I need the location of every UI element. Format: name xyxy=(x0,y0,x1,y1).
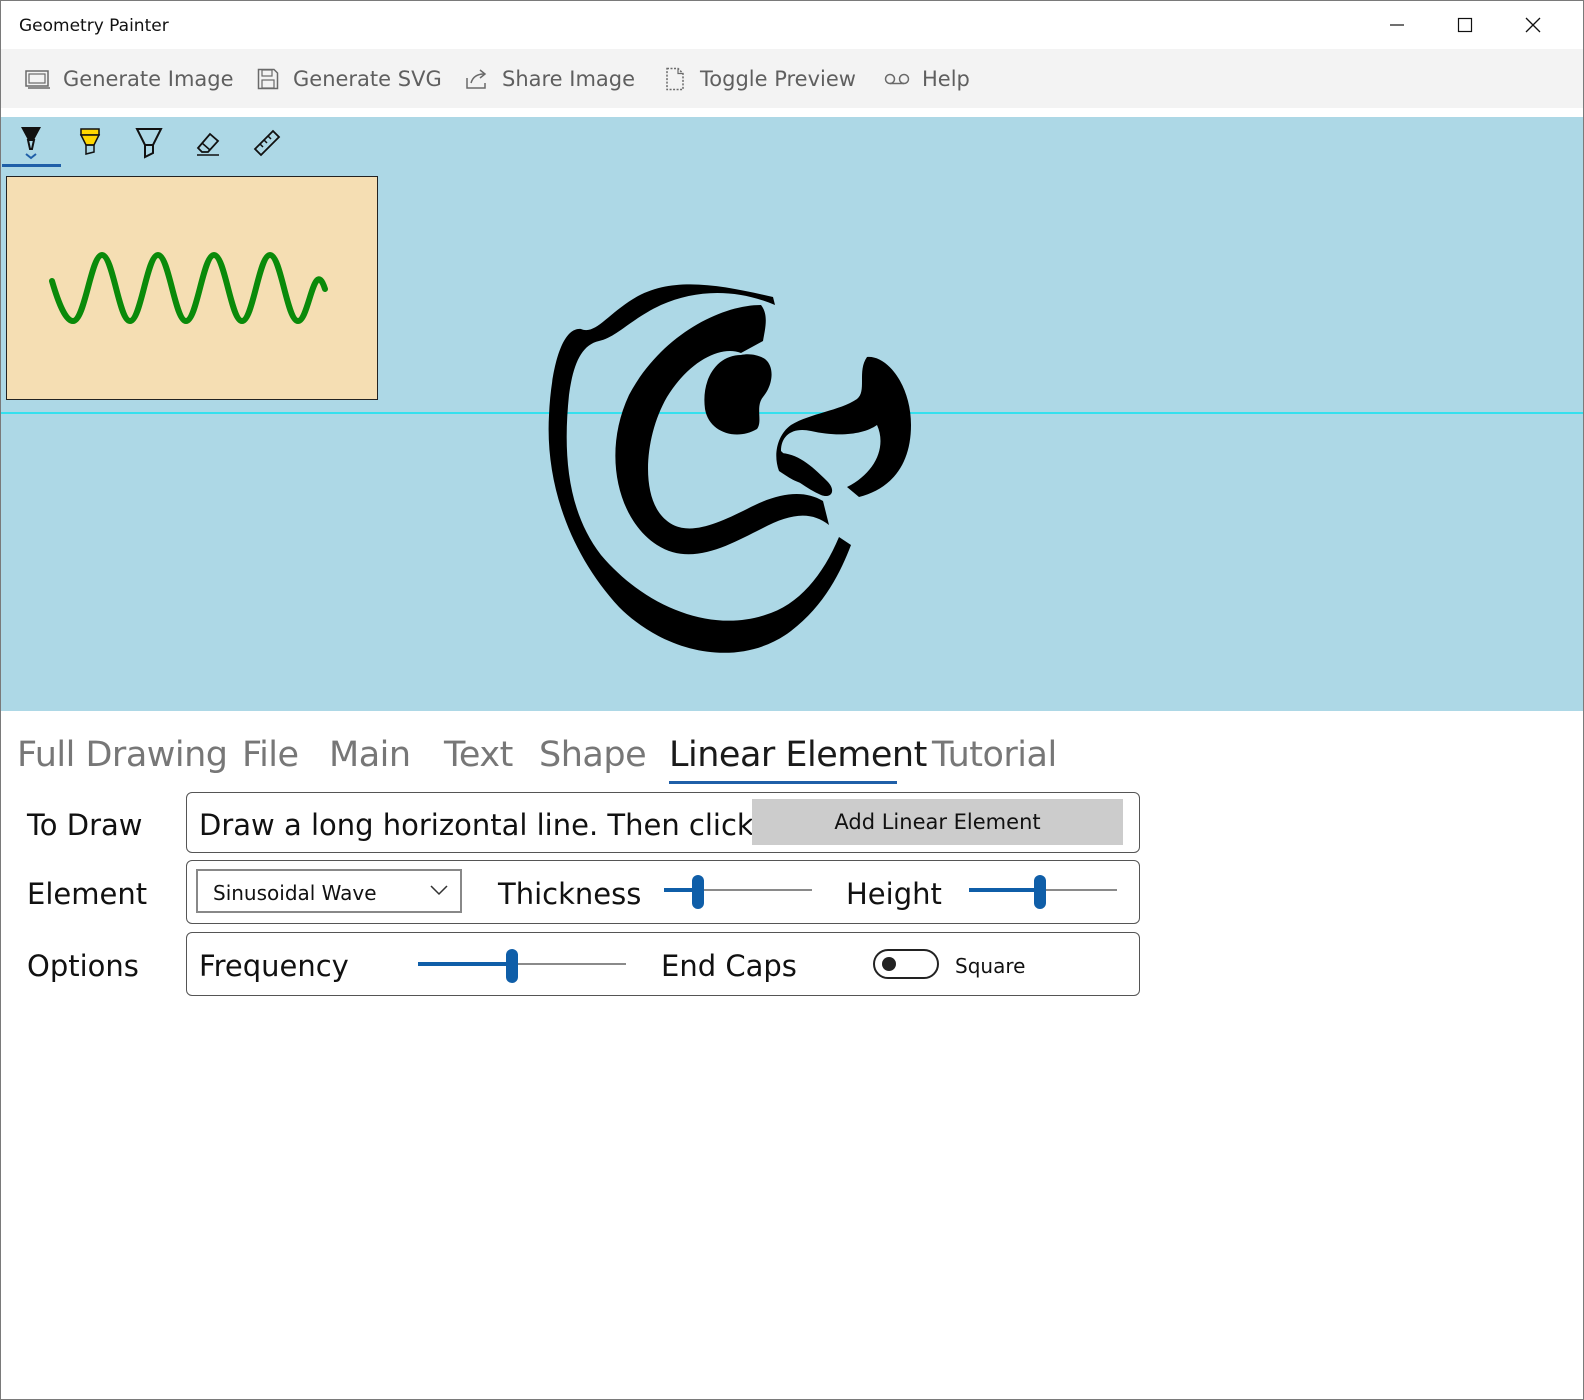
height-slider[interactable] xyxy=(969,875,1117,909)
maximize-icon xyxy=(1457,17,1473,33)
generate-image-label: Generate Image xyxy=(63,66,234,91)
toggle-knob xyxy=(882,957,896,971)
help-label: Help xyxy=(922,66,970,91)
tab-full-drawing[interactable]: Full Drawing xyxy=(17,735,228,775)
drawing-canvas[interactable] xyxy=(1,117,1583,711)
generate-image-button[interactable]: Generate Image xyxy=(25,49,234,108)
end-caps-value: Square xyxy=(955,954,1026,978)
share-image-button[interactable]: Share Image xyxy=(464,49,635,108)
share-image-label: Share Image xyxy=(502,66,636,91)
maximize-button[interactable] xyxy=(1431,1,1499,49)
frequency-label: Frequency xyxy=(199,949,349,983)
eraser-tool[interactable] xyxy=(188,123,228,163)
toggle-preview-button[interactable]: Toggle Preview xyxy=(662,49,856,108)
selected-tool-indicator xyxy=(2,164,61,167)
app-title: Geometry Painter xyxy=(19,16,169,36)
chevron-down-icon xyxy=(430,885,448,896)
save-icon xyxy=(255,66,281,92)
close-icon xyxy=(1525,17,1541,33)
generate-svg-label: Generate SVG xyxy=(293,66,442,91)
tab-file[interactable]: File xyxy=(242,735,299,775)
pencil-tool[interactable] xyxy=(129,123,169,163)
tab-linear-element[interactable]: Linear Element xyxy=(669,735,927,775)
app-window: Geometry Painter Generate Image Generate… xyxy=(0,0,1584,1400)
close-button[interactable] xyxy=(1499,1,1567,49)
element-type-dropdown[interactable]: Sinusoidal Wave xyxy=(196,869,462,913)
help-button[interactable]: Help xyxy=(884,49,970,108)
document-icon xyxy=(662,66,688,92)
height-slider-thumb[interactable] xyxy=(1034,875,1047,909)
share-icon xyxy=(464,66,490,92)
element-type-value: Sinusoidal Wave xyxy=(213,881,377,905)
to-draw-instruction: Draw a long horizontal line. Then click … xyxy=(199,808,773,842)
add-linear-element-button[interactable]: Add Linear Element xyxy=(752,799,1123,845)
element-panel: Sinusoidal Wave Thickness Height xyxy=(186,860,1140,924)
end-caps-label: End Caps xyxy=(661,949,797,983)
sinusoidal-wave-preview xyxy=(49,251,328,325)
toggle-preview-label: Toggle Preview xyxy=(700,66,856,91)
thickness-slider-thumb[interactable] xyxy=(692,875,705,909)
tab-shape[interactable]: Shape xyxy=(539,735,647,775)
element-label: Element xyxy=(27,877,148,911)
end-caps-toggle[interactable] xyxy=(873,949,939,979)
active-tab-indicator xyxy=(669,781,897,784)
to-draw-panel: Draw a long horizontal line. Then click … xyxy=(186,792,1140,853)
pencil-icon xyxy=(135,128,163,159)
highlighter-tool[interactable] xyxy=(70,123,110,163)
frequency-slider-thumb[interactable] xyxy=(505,949,518,983)
title-bar: Geometry Painter xyxy=(1,1,1583,49)
image-icon xyxy=(25,66,51,92)
thickness-label: Thickness xyxy=(498,877,642,911)
tab-tutorial[interactable]: Tutorial xyxy=(932,735,1057,775)
command-bar: Generate Image Generate SVG Share Image … xyxy=(1,49,1583,108)
eraser-icon xyxy=(196,132,220,156)
minimize-icon xyxy=(1390,24,1404,26)
thickness-slider[interactable] xyxy=(664,875,812,909)
frequency-slider[interactable] xyxy=(418,949,626,983)
ruler-icon xyxy=(253,129,281,157)
options-label: Options xyxy=(27,949,139,983)
ballpoint-pen-icon xyxy=(21,127,41,160)
options-panel: Frequency End Caps Square xyxy=(186,932,1140,996)
minimize-button[interactable] xyxy=(1363,1,1431,49)
preview-panel xyxy=(6,176,378,400)
height-label: Height xyxy=(846,877,942,911)
voicemail-icon xyxy=(884,66,910,92)
to-draw-label: To Draw xyxy=(27,808,143,842)
tab-text[interactable]: Text xyxy=(444,735,513,775)
ballpoint-pen-tool[interactable] xyxy=(11,123,51,163)
generate-svg-button[interactable]: Generate SVG xyxy=(255,49,442,108)
ruler-tool[interactable] xyxy=(247,123,287,163)
tab-main[interactable]: Main xyxy=(329,735,411,775)
highlighter-icon xyxy=(79,128,101,155)
ink-drawing xyxy=(548,284,911,653)
